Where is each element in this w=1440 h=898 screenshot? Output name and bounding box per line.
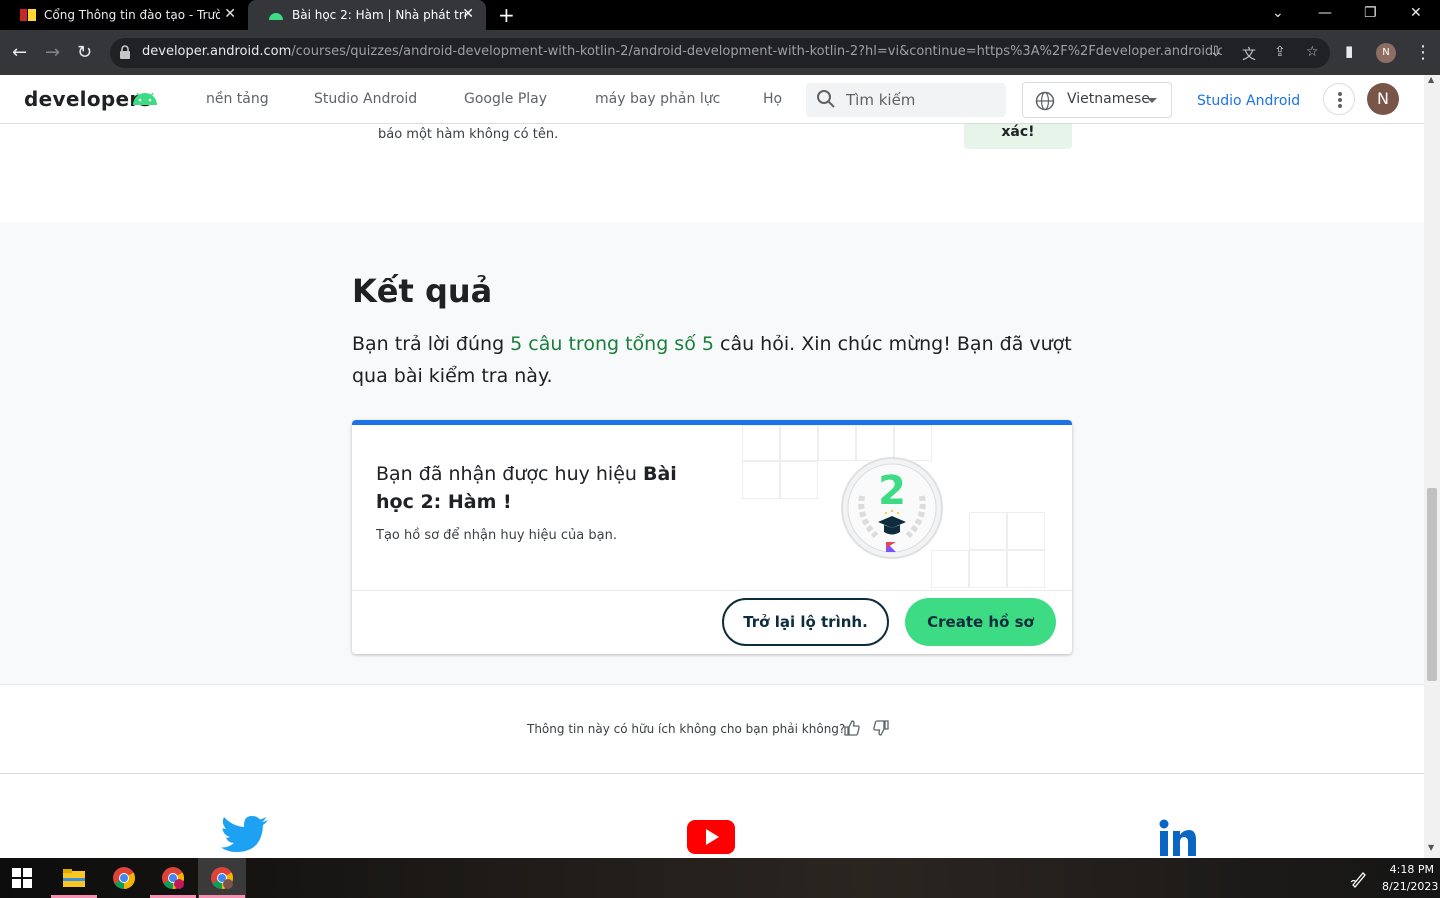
- youtube-icon[interactable]: [687, 820, 735, 854]
- tab-title: Bài học 2: Hàm | Nhà phát triển A: [292, 8, 468, 22]
- browser-profile-avatar[interactable]: N: [1376, 43, 1396, 63]
- results-section: Kết quả Bạn trả lời đúng 5 câu trong tổn…: [0, 222, 1424, 685]
- language-select[interactable]: Vietnamese: [1022, 82, 1172, 118]
- correct-answer-chip: xác!: [964, 124, 1072, 149]
- grid-decoration: [969, 512, 1007, 550]
- browser-tab-strip: Cổng Thông tin đào tạo - Trường ✕ Bài họ…: [0, 0, 1440, 30]
- thumbs-down-icon[interactable]: [872, 719, 890, 737]
- close-tab-icon[interactable]: ✕: [224, 6, 236, 22]
- more-options-button[interactable]: [1323, 83, 1355, 115]
- site-header: developers nền tảng Studio Android Googl…: [0, 75, 1424, 124]
- chrome-icon[interactable]: [112, 866, 136, 890]
- nav-link-jetpack[interactable]: máy bay phản lực: [595, 91, 720, 107]
- nav-link-kotlin[interactable]: Họ: [763, 91, 782, 107]
- grid-decoration: [1007, 550, 1045, 588]
- grid-decoration: [969, 550, 1007, 588]
- clock-time: 4:18 PM: [1389, 863, 1434, 876]
- android-studio-link[interactable]: Studio Android: [1197, 93, 1300, 109]
- chrome-profile-n-icon[interactable]: [210, 866, 234, 890]
- search-input[interactable]: Tìm kiếm: [806, 83, 1006, 117]
- lock-icon: [120, 45, 130, 59]
- results-summary: Bạn trả lời đúng 5 câu trong tổng số 5 c…: [352, 333, 1072, 387]
- globe-icon: [1035, 91, 1055, 111]
- page-content: báo một hàm không có tên. xác! Kết quả B…: [0, 124, 1424, 858]
- results-title: Kết quả: [352, 272, 493, 310]
- feedback-question: Thông tin này có hữu ích không cho bạn p…: [527, 722, 846, 736]
- system-clock[interactable]: 4:18 PM 8/21/2023: [1382, 861, 1439, 895]
- grid-decoration: [742, 425, 780, 461]
- reload-icon[interactable]: ↻: [77, 42, 92, 63]
- scroll-up-icon[interactable]: ▲: [1428, 75, 1434, 84]
- lesson-badge-icon: 2: [841, 457, 943, 559]
- clock-date: 8/21/2023: [1382, 880, 1439, 893]
- thumbs-up-icon[interactable]: [843, 719, 861, 737]
- card-divider: [352, 590, 1072, 591]
- android-favicon-icon: [269, 13, 283, 20]
- feedback-section: Thông tin này có hữu ích không cho bạn p…: [0, 686, 1424, 774]
- grid-decoration: [780, 461, 818, 499]
- minimize-icon[interactable]: —: [1318, 5, 1332, 21]
- close-window-icon[interactable]: ✕: [1410, 5, 1422, 21]
- user-avatar[interactable]: N: [1367, 83, 1399, 115]
- nav-link-platform[interactable]: nền tảng: [206, 91, 269, 107]
- forward-icon[interactable]: →: [45, 42, 60, 63]
- browser-tab[interactable]: Cổng Thông tin đào tạo - Trường ✕: [0, 0, 248, 30]
- badge-card: Bạn đã nhận được huy hiệu Bài học 2: Hàm…: [352, 420, 1072, 654]
- scroll-down-icon[interactable]: ▼: [1428, 843, 1434, 852]
- badge-subtext: Tạo hồ sơ để nhận huy hiệu của bạn.: [376, 528, 617, 543]
- chrome-profile-t-icon[interactable]: [161, 866, 185, 890]
- previous-answer-text: báo một hàm không có tên.: [378, 127, 559, 142]
- windows-start-icon[interactable]: [12, 868, 32, 888]
- bookmark-star-icon[interactable]: ☆: [1306, 44, 1319, 60]
- badge-number: 2: [878, 468, 906, 514]
- url-text: developer.android.com/courses/quizzes/an…: [142, 44, 1222, 59]
- grid-decoration: [742, 461, 780, 499]
- page-scrollbar[interactable]: ▲ ▼: [1424, 75, 1440, 858]
- nav-link-android-studio[interactable]: Studio Android: [314, 91, 417, 107]
- chevron-down-icon: [1147, 98, 1157, 103]
- site-favicon-icon: [20, 9, 36, 21]
- side-panel-icon[interactable]: ▮: [1345, 42, 1353, 60]
- score-highlight: 5 câu trong tổng số 5: [510, 333, 714, 355]
- search-icon: [817, 90, 835, 108]
- address-bar[interactable]: developer.android.com/courses/quizzes/an…: [110, 38, 1330, 68]
- new-tab-button[interactable]: +: [498, 3, 515, 27]
- install-icon[interactable]: ⇩: [1210, 44, 1222, 60]
- file-explorer-icon[interactable]: [62, 866, 86, 890]
- grid-decoration: [1007, 512, 1045, 550]
- browser-toolbar: ← → ↻ developer.android.com/courses/quiz…: [0, 30, 1440, 75]
- twitter-icon[interactable]: [220, 814, 270, 858]
- close-tab-icon[interactable]: ✕: [462, 6, 474, 22]
- restore-icon[interactable]: ❐: [1364, 5, 1377, 21]
- linkedin-icon[interactable]: [1158, 818, 1198, 858]
- windows-taskbar: 4:18 PM 8/21/2023: [0, 858, 1440, 898]
- badge-message: Bạn đã nhận được huy hiệu Bài học 2: Hàm…: [376, 463, 677, 513]
- back-to-pathway-button[interactable]: Trở lại lộ trình.: [722, 598, 889, 646]
- share-icon[interactable]: ⇪: [1274, 44, 1286, 60]
- pen-input-icon[interactable]: [1350, 870, 1368, 888]
- android-logo-icon: [133, 92, 157, 105]
- scrollbar-thumb[interactable]: [1427, 488, 1437, 681]
- create-profile-button[interactable]: Create hồ sơ: [905, 598, 1056, 646]
- card-accent-bar: [352, 420, 1072, 425]
- search-placeholder: Tìm kiếm: [846, 91, 916, 109]
- grid-decoration: [780, 425, 818, 461]
- browser-tab-active[interactable]: Bài học 2: Hàm | Nhà phát triển A ✕: [248, 0, 486, 30]
- back-icon[interactable]: ←: [12, 42, 27, 63]
- tab-search-icon[interactable]: ⌄: [1272, 5, 1284, 21]
- nav-link-google-play[interactable]: Google Play: [464, 91, 547, 107]
- translate-icon[interactable]: 文: [1242, 44, 1256, 64]
- language-label: Vietnamese: [1067, 91, 1150, 107]
- browser-menu-icon[interactable]: ⋮: [1414, 42, 1432, 63]
- tab-title: Cổng Thông tin đào tạo - Trường: [44, 8, 220, 22]
